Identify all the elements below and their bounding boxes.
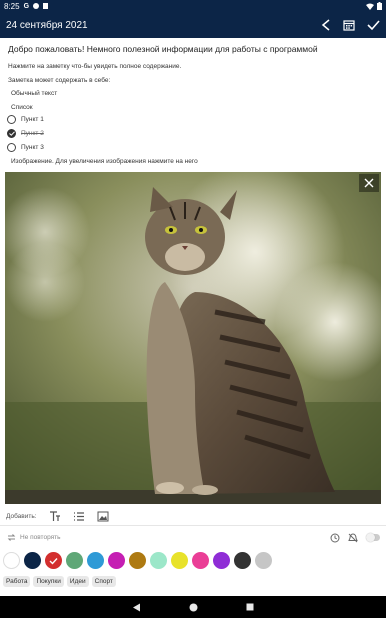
- tag-chip[interactable]: Работа: [3, 576, 31, 587]
- wifi-icon: [366, 3, 374, 10]
- checklist-label: Пункт 1: [21, 116, 44, 123]
- note-title: Добро пожаловать! Немного полезной инфор…: [8, 44, 318, 54]
- close-icon: [364, 178, 374, 188]
- note-content[interactable]: Добро пожаловать! Немного полезной инфор…: [0, 38, 386, 506]
- repeat-icon[interactable]: [6, 533, 17, 542]
- add-toolbar: Добавить:: [0, 508, 386, 526]
- note-line: Нажмите на заметку что-бы увидеть полное…: [8, 63, 182, 70]
- color-swatch[interactable]: [24, 552, 41, 569]
- checked-circle-icon[interactable]: [7, 129, 16, 138]
- tag-chip[interactable]: Спорт: [91, 576, 116, 587]
- text-format-icon[interactable]: [49, 511, 61, 522]
- image-icon[interactable]: [97, 511, 109, 522]
- remove-image-button[interactable]: [359, 174, 379, 192]
- repeat-row: Не повторять: [0, 530, 386, 545]
- color-swatch[interactable]: [129, 552, 146, 569]
- color-palette: [3, 552, 272, 569]
- clock-icon[interactable]: [330, 533, 340, 543]
- color-swatch[interactable]: [108, 552, 125, 569]
- color-swatch[interactable]: [3, 552, 20, 569]
- add-label: Добавить:: [6, 513, 37, 520]
- reminder-toggle[interactable]: [366, 533, 380, 542]
- system-nav-bar: [0, 596, 386, 618]
- color-swatch[interactable]: [234, 552, 251, 569]
- selected-check-icon: [49, 557, 58, 565]
- color-swatch[interactable]: [171, 552, 188, 569]
- save-check-icon[interactable]: [367, 19, 380, 31]
- note-line: Обычный текст: [11, 90, 58, 97]
- image-hint: Изображение. Для увеличения изображения …: [11, 158, 198, 165]
- color-swatch[interactable]: [150, 552, 167, 569]
- back-chevron-icon[interactable]: [321, 19, 331, 31]
- tag-chip[interactable]: Покупки: [33, 576, 64, 587]
- checklist-icon[interactable]: [73, 511, 85, 522]
- color-swatch[interactable]: [255, 552, 272, 569]
- repeat-label[interactable]: Не повторять: [20, 534, 61, 541]
- google-icon: G: [23, 2, 30, 10]
- unchecked-circle-icon[interactable]: [7, 115, 16, 124]
- checklist-item[interactable]: Пункт 2: [7, 129, 44, 138]
- status-bar: 8:25 G: [0, 0, 386, 12]
- battery-icon: [377, 2, 382, 10]
- nav-back-icon[interactable]: [132, 603, 141, 612]
- sd-card-icon: [43, 3, 49, 9]
- calendar-icon[interactable]: [343, 19, 355, 31]
- color-swatch[interactable]: [213, 552, 230, 569]
- app-bar: 24 сентября 2021: [0, 12, 386, 38]
- color-swatch[interactable]: [45, 552, 62, 569]
- checklist-item[interactable]: Пункт 1: [7, 115, 44, 124]
- color-swatch[interactable]: [192, 552, 209, 569]
- color-swatch[interactable]: [87, 552, 104, 569]
- checklist-label: Пункт 3: [21, 144, 44, 151]
- status-time: 8:25: [4, 1, 20, 11]
- note-image[interactable]: [5, 172, 381, 504]
- nav-recents-icon[interactable]: [246, 603, 254, 611]
- alarm-off-icon[interactable]: [348, 532, 358, 543]
- unchecked-circle-icon[interactable]: [7, 143, 16, 152]
- note-line: Заметка может содержать в себе:: [8, 77, 111, 84]
- cat-photo: [5, 172, 381, 504]
- tag-chip[interactable]: Идеи: [66, 576, 89, 587]
- checklist-label: Пункт 2: [21, 130, 44, 137]
- checklist-item[interactable]: Пункт 3: [7, 143, 44, 152]
- note-line: Список: [11, 104, 33, 111]
- page-title: 24 сентября 2021: [6, 19, 88, 31]
- app-notification-icon: [33, 3, 40, 9]
- tag-list: Работа Покупки Идеи Спорт: [3, 576, 116, 587]
- color-swatch[interactable]: [66, 552, 83, 569]
- nav-home-icon[interactable]: [189, 603, 198, 612]
